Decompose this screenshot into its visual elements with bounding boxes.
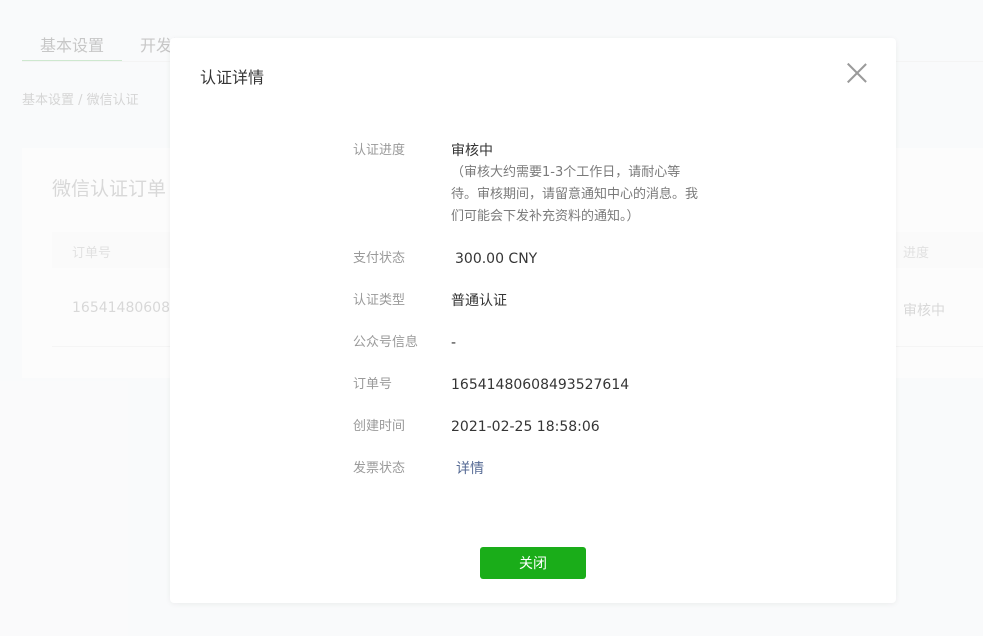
detail-row-account: 公众号信息 - — [353, 332, 753, 354]
detail-row-progress: 认证进度 审核中 （审核大约需要1-3个工作日，请耐心等待。审核期间，请留意通知… — [353, 140, 753, 228]
progress-label: 认证进度 — [353, 143, 406, 158]
invoice-detail-link[interactable]: 详情 — [456, 458, 484, 480]
type-value: 普通认证 — [451, 293, 507, 309]
type-label: 认证类型 — [353, 293, 406, 308]
payment-value: 300.00 CNY — [455, 251, 538, 267]
order-value: 16541480608493527614 — [451, 377, 630, 393]
detail-row-invoice: 发票状态 详情 — [353, 458, 753, 480]
detail-row-type: 认证类型 普通认证 — [353, 290, 753, 312]
detail-list: 认证进度 审核中 （审核大约需要1-3个工作日，请耐心等待。审核期间，请留意通知… — [353, 140, 753, 500]
detail-row-order: 订单号 16541480608493527614 — [353, 374, 753, 396]
detail-row-payment: 支付状态 300.00 CNY — [353, 248, 753, 270]
created-label: 创建时间 — [353, 419, 406, 434]
payment-label: 支付状态 — [353, 251, 406, 266]
invoice-label: 发票状态 — [353, 461, 406, 476]
order-label: 订单号 — [353, 377, 393, 392]
dialog-title: 认证详情 — [200, 68, 265, 87]
progress-note: （审核大约需要1-3个工作日，请耐心等待。审核期间，请留意通知中心的消息。我们可… — [451, 165, 699, 224]
account-label: 公众号信息 — [353, 335, 419, 350]
account-value: - — [451, 335, 457, 351]
created-value: 2021-02-25 18:58:06 — [451, 419, 600, 435]
certification-detail-dialog: 认证详情 认证进度 审核中 （审核大约需要1-3个工作日，请耐心等待。审核期间，… — [170, 38, 896, 603]
close-icon[interactable] — [846, 62, 868, 84]
close-button[interactable]: 关闭 — [480, 547, 586, 579]
detail-row-created: 创建时间 2021-02-25 18:58:06 — [353, 416, 753, 438]
progress-value: 审核中 — [451, 143, 493, 159]
